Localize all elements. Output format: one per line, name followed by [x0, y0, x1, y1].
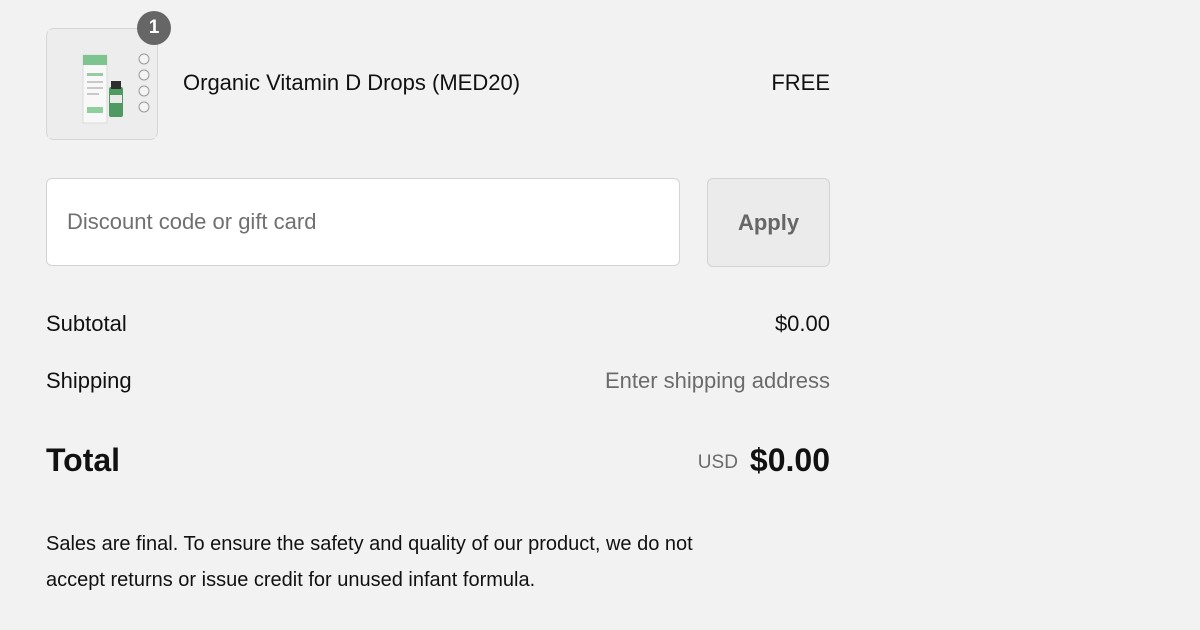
- quantity-badge: 1: [137, 11, 171, 45]
- total-amount-group: USD $0.00: [698, 442, 830, 479]
- shipping-label: Shipping: [46, 368, 132, 393]
- product-image-icon: [48, 30, 156, 138]
- product-price: FREE: [771, 70, 830, 95]
- total-value: $0.00: [749, 442, 830, 478]
- apply-button[interactable]: Apply: [707, 178, 830, 267]
- sales-policy-notice: Sales are final. To ensure the safety an…: [46, 526, 806, 598]
- total-label: Total: [46, 442, 121, 478]
- product-name: Organic Vitamin D Drops (MED20): [183, 70, 521, 95]
- currency-code: USD: [697, 452, 738, 473]
- policy-line: Sales are final. To ensure the safety an…: [46, 533, 693, 555]
- checkout-page: 1 Organic Vitamin D Drops (MED20) FREE A…: [0, 0, 1200, 630]
- discount-code-input[interactable]: [46, 178, 680, 266]
- policy-line: accept returns or issue credit for unuse…: [46, 569, 536, 591]
- shipping-value: Enter shipping address: [604, 368, 830, 393]
- discount-row: Apply: [46, 178, 830, 268]
- product-thumbnail: 1: [46, 11, 171, 140]
- line-item: 1 Organic Vitamin D Drops (MED20) FREE: [46, 11, 830, 140]
- shipping-row: Shipping Enter shipping address: [46, 368, 830, 398]
- subtotal-row: Subtotal $0.00: [46, 311, 830, 341]
- total-row: Total USD $0.00: [46, 440, 830, 484]
- subtotal-value: $0.00: [774, 311, 830, 336]
- subtotal-label: Subtotal: [46, 311, 127, 336]
